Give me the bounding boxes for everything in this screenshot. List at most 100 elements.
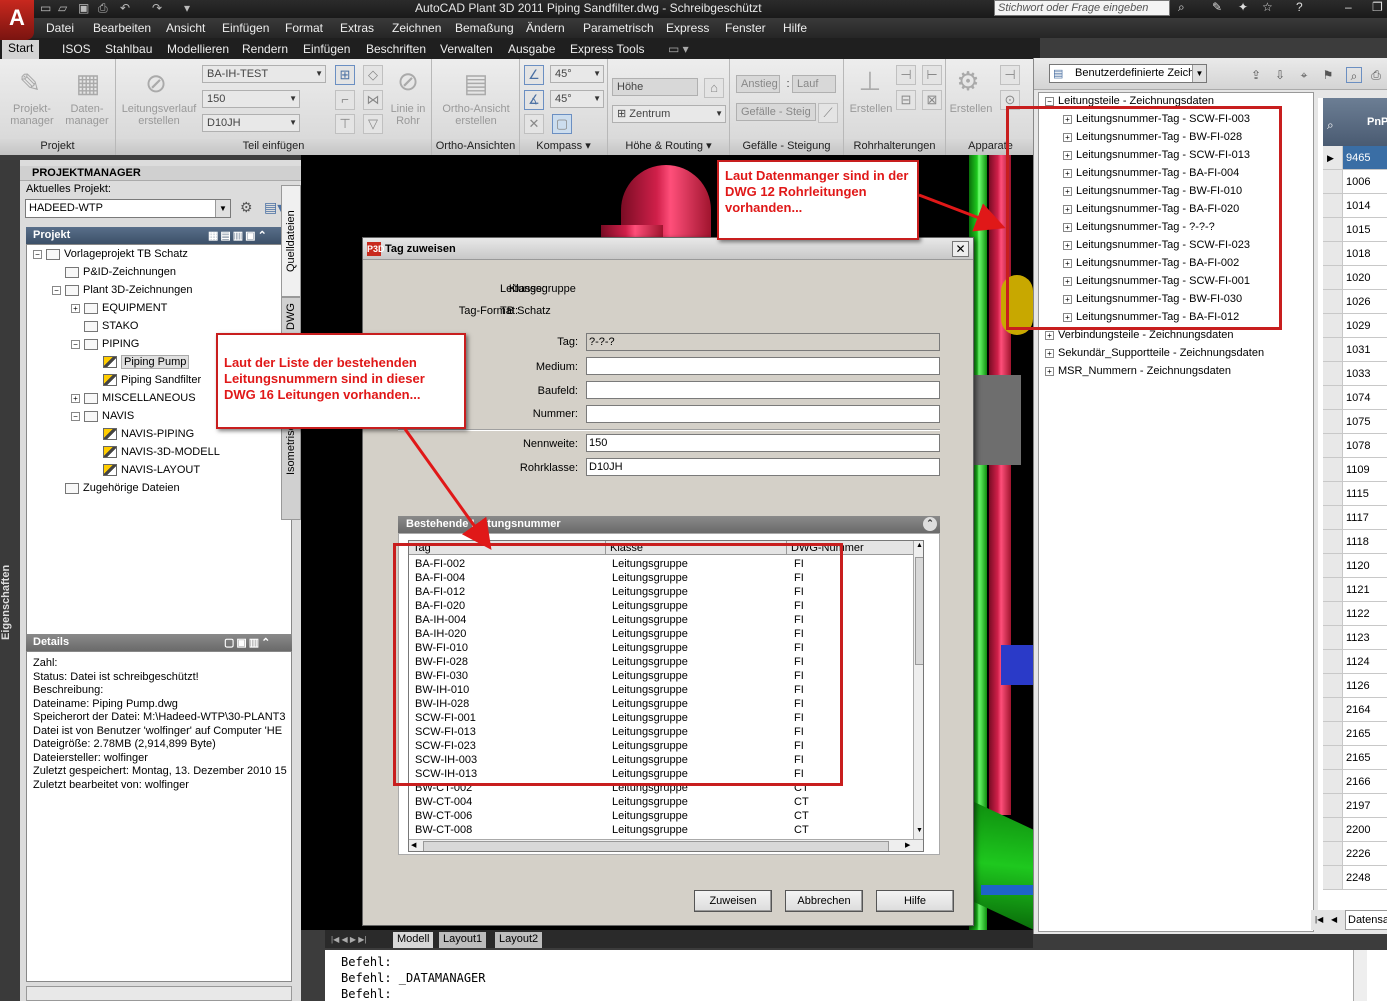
nummer-field[interactable] (586, 405, 940, 423)
angle-combo-1[interactable]: 45° ▼ (550, 65, 604, 83)
elevation-icon[interactable]: ⌂ (704, 78, 724, 98)
compass-angle-icon[interactable]: ∡ (524, 90, 544, 110)
line-to-pipe-icon[interactable]: ⊘ (392, 65, 424, 97)
project-tree-node[interactable]: + EQUIPMENT (71, 302, 167, 314)
grid-row-header[interactable] (1323, 242, 1342, 266)
quick-access-menu-icon[interactable]: ▾ (184, 1, 190, 15)
spec-combo[interactable]: D10JH ▼ (202, 114, 300, 132)
grid-row-header[interactable] (1323, 410, 1342, 434)
project-tree-node[interactable]: + MISCELLANEOUS (71, 392, 196, 404)
import-icon[interactable]: ⇩ (1272, 67, 1288, 83)
tab-einfuegen[interactable]: Einfügen (303, 42, 350, 56)
rohrklasse-field[interactable]: D10JH (586, 458, 940, 476)
tab-layout2[interactable]: Layout2 (495, 932, 543, 948)
grid-cell[interactable]: 2166 (1342, 770, 1387, 794)
grid-row-header[interactable] (1323, 770, 1342, 794)
tab-stahlbau[interactable]: Stahlbau (105, 42, 152, 56)
menu-einfuegen[interactable]: Einfügen (222, 21, 269, 35)
grid-cell[interactable]: 1074 (1342, 386, 1387, 410)
tab-ausgabe[interactable]: Ausgabe (508, 42, 555, 56)
collapse-icon[interactable]: − (71, 411, 80, 421)
nennweite-field[interactable]: 150 (586, 434, 940, 452)
expand-icon[interactable]: + (71, 393, 80, 403)
details-tools-icon[interactable]: ▢▣▥⌃ (224, 635, 272, 651)
project-tree-node[interactable]: P&ID-Zeichnungen (65, 266, 176, 278)
menu-fenster[interactable]: Fenster (725, 21, 766, 35)
grid-cell[interactable]: 1121 (1342, 578, 1387, 602)
ortho-view-icon[interactable]: ▤ (460, 67, 492, 99)
grid-row-header[interactable] (1323, 650, 1342, 674)
grid-row-header[interactable] (1323, 386, 1342, 410)
grid-cell[interactable]: 1075 (1342, 410, 1387, 434)
grid-cell[interactable]: 1109 (1342, 458, 1387, 482)
list-item[interactable]: BW-CT-008 Leitungsgruppe CT (409, 823, 913, 837)
project-tree-node[interactable]: Zugehörige Dateien (65, 482, 180, 494)
list-item[interactable]: BW-CT-006 Leitungsgruppe CT (409, 809, 913, 823)
menu-datei[interactable]: Datei (46, 21, 74, 35)
grid-cell[interactable]: 1078 (1342, 434, 1387, 458)
tag-field[interactable]: ?-?-? (586, 333, 940, 351)
grid-col-header[interactable]: PnP (1367, 116, 1387, 128)
justification-combo[interactable]: ⊞ Zentrum ▼ (612, 105, 726, 123)
menu-extras[interactable]: Extras (340, 21, 374, 35)
compass-icon[interactable]: ∠ (524, 65, 544, 85)
dm-tree-category[interactable]: + MSR_Nummern - Zeichnungsdaten (1045, 365, 1231, 377)
dm-tree-category[interactable]: + Verbindungsteile - Zeichnungsdaten (1045, 329, 1234, 341)
command-scrollbar[interactable] (1353, 950, 1367, 1001)
grid-row-header[interactable] (1323, 218, 1342, 242)
layout-nav-icon[interactable]: |◀ ◀ ▶ ▶| (327, 932, 370, 948)
grid-row-header[interactable] (1323, 698, 1342, 722)
communication-center-icon[interactable]: ✎ (1212, 0, 1222, 14)
data-view-combo[interactable]: ▤ Benutzerdefinierte Zeich ▼ (1049, 64, 1207, 83)
grid-row-header[interactable] (1323, 458, 1342, 482)
tab-quelldateien[interactable]: Quelldateien (281, 185, 301, 297)
scroll-up-icon[interactable]: ▲ (915, 542, 923, 552)
create-equipment-button[interactable]: Erstellen (946, 103, 996, 115)
menu-express[interactable]: Express (666, 21, 709, 35)
grid-cell[interactable]: 2248 (1342, 866, 1387, 890)
grid-cell[interactable]: 1126 (1342, 674, 1387, 698)
tag-icon[interactable]: ◇ (363, 65, 383, 85)
elevation-input[interactable]: Höhe (612, 78, 698, 96)
grid-row-header[interactable] (1323, 362, 1342, 386)
grid-cell[interactable]: 1123 (1342, 626, 1387, 650)
grid-row-header[interactable] (1323, 626, 1342, 650)
restore-icon[interactable]: ❐ (1372, 0, 1383, 14)
tab-layout1[interactable]: Layout1 (439, 932, 487, 948)
menu-parametrisch[interactable]: Parametrisch (583, 21, 654, 35)
grid-row-header[interactable] (1323, 482, 1342, 506)
grid-row-header[interactable] (1323, 722, 1342, 746)
search-icon[interactable]: ⌕ (1346, 67, 1362, 83)
grid-cell[interactable]: 9465 (1342, 146, 1387, 170)
grid-row-header[interactable] (1323, 554, 1342, 578)
line-number-combo[interactable]: BA-IH-TEST ▼ (202, 65, 326, 83)
grid-search-icon[interactable]: ⌕ (1327, 118, 1334, 133)
prev-record-icon[interactable]: ◀ (1331, 911, 1337, 929)
tab-express-tools[interactable]: Express Tools (570, 42, 644, 56)
filter-icon[interactable]: ⚑ (1320, 67, 1336, 83)
grid-cell[interactable]: 2200 (1342, 818, 1387, 842)
menu-ansicht[interactable]: Ansicht (166, 21, 205, 35)
project-manager-icon[interactable]: ✎ (14, 67, 46, 99)
project-settings-icon[interactable]: ⚙ (240, 199, 258, 217)
grid-cell[interactable]: 1029 (1342, 314, 1387, 338)
redo-icon[interactable]: ↷ (152, 1, 162, 15)
grid-cell[interactable]: 2226 (1342, 842, 1387, 866)
list-horizontal-scrollbar[interactable]: ◀ ▶ (409, 839, 923, 851)
dialog-close-button[interactable]: ✕ (952, 241, 969, 257)
tab-model[interactable]: Modell (393, 932, 434, 948)
baufeld-field[interactable] (586, 381, 940, 399)
favorites-icon[interactable]: ☆ (1262, 0, 1273, 14)
equipment-edit-icon[interactable]: ⊣ (1000, 65, 1020, 85)
project-tree-node[interactable]: Piping Pump (103, 355, 190, 369)
grid-cell[interactable]: 1031 (1342, 338, 1387, 362)
cancel-button[interactable]: Abbrechen (785, 890, 863, 912)
line-to-pipe-button[interactable]: Linie in Rohr (386, 103, 430, 127)
support-copy-icon[interactable]: ⊟ (896, 90, 916, 110)
command-line[interactable]: Befehl: Befehl: _DATAMANAGER Befehl: (325, 950, 1387, 1001)
grid-cell[interactable]: 1018 (1342, 242, 1387, 266)
details-scrollbar[interactable] (26, 986, 292, 1001)
help-button[interactable]: Hilfe (876, 890, 954, 912)
first-record-icon[interactable]: |◀ (1315, 911, 1323, 929)
help-icon[interactable]: ? (1296, 0, 1303, 14)
